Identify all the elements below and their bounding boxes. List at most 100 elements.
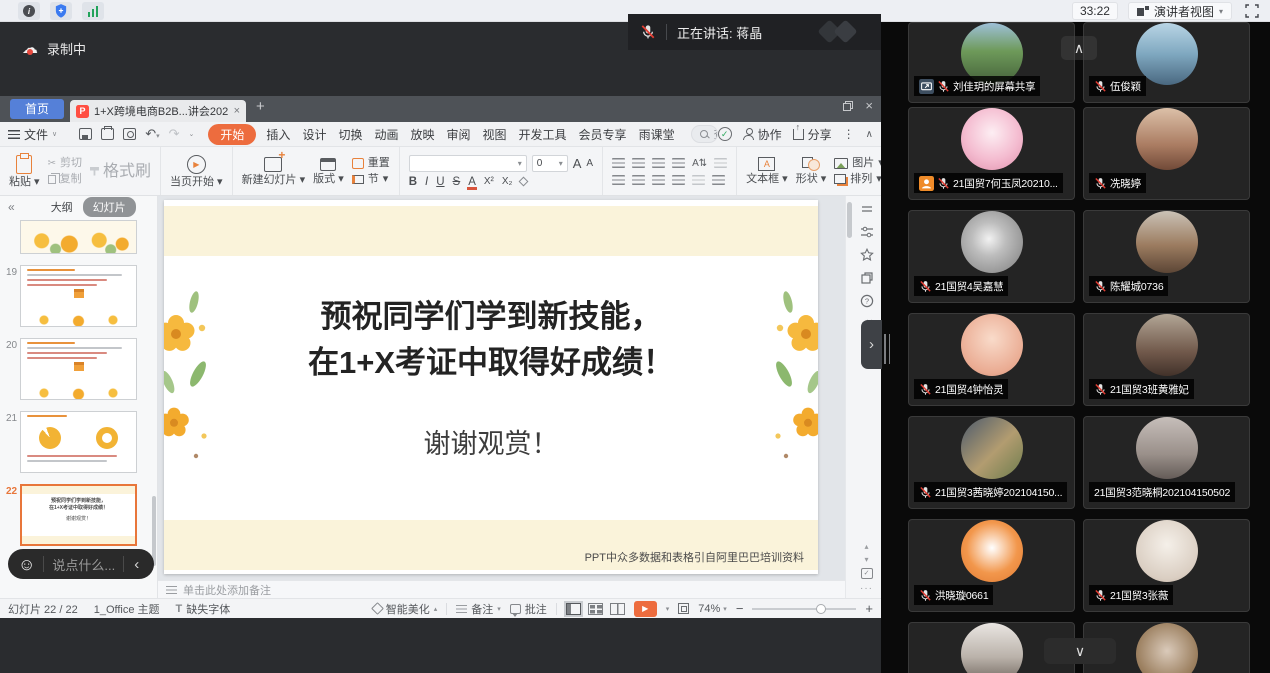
missing-font-warning[interactable]: T 缺失字体 — [176, 601, 231, 617]
outline-tab[interactable]: 大纲 — [51, 199, 73, 215]
collapse-panel-icon[interactable]: « — [8, 200, 15, 214]
new-tab-button[interactable]: + — [256, 98, 265, 115]
font-color-button[interactable]: A — [468, 176, 476, 188]
scroll-up-button[interactable]: ∧ — [1061, 36, 1097, 60]
file-menu[interactable]: 文件 ∨ — [8, 126, 57, 143]
quick-chat-bar[interactable]: ☺ 说点什么... ‹ — [8, 549, 154, 579]
slideshow-play-button[interactable]: ▶ — [634, 601, 657, 617]
arrange-button[interactable]: 排列 ▾ — [834, 174, 881, 185]
save-icon[interactable] — [79, 128, 92, 140]
section-button[interactable]: 节 ▾ — [352, 174, 390, 185]
normal-view-button[interactable] — [566, 603, 581, 615]
tab-view[interactable]: 视图 — [477, 126, 513, 143]
tab-animation[interactable]: 动画 — [368, 126, 404, 143]
view-mode-button[interactable]: 演讲者视图 ▾ — [1128, 2, 1232, 20]
panel-resize-grip[interactable] — [884, 334, 890, 364]
tab-yuketang[interactable]: 雨课堂 — [633, 126, 681, 143]
panel-scrollbar[interactable] — [152, 496, 156, 566]
underline-button[interactable]: U — [436, 176, 444, 188]
canvas-scrollbar[interactable] — [847, 202, 852, 238]
increase-indent-icon[interactable] — [672, 158, 685, 168]
duplicate-icon[interactable] — [860, 271, 874, 285]
tab-devtools[interactable]: 开发工具 — [513, 126, 573, 143]
fullscreen-button[interactable] — [1242, 2, 1262, 20]
participant-tile[interactable]: 21国贸4吴嘉慧 — [908, 210, 1075, 303]
panel-collapse-handle[interactable]: › — [861, 320, 882, 369]
bold-button[interactable]: B — [409, 176, 417, 188]
slides-tab[interactable]: 幻灯片 — [83, 197, 136, 217]
cut-button[interactable]: 剪切 — [48, 158, 82, 169]
undo-icon[interactable]: ↶▾ — [145, 126, 159, 142]
network-signal-icon[interactable] — [82, 2, 104, 20]
tab-slideshow[interactable]: 放映 — [404, 126, 440, 143]
font-size-select[interactable]: 0▾ — [532, 155, 568, 172]
cloud-sync-icon[interactable]: ✓ — [718, 127, 732, 141]
subscript-button[interactable]: X₂ — [502, 176, 513, 187]
tab-design[interactable]: 设计 — [296, 126, 332, 143]
theme-name[interactable]: 1_Office 主题 — [94, 601, 160, 617]
copy-button[interactable]: 复制 — [48, 174, 82, 185]
font-name-select[interactable]: ▾ — [409, 155, 527, 172]
shield-icon[interactable] — [50, 2, 72, 20]
command-search-input[interactable]: 查找命令、搜索模板 — [691, 125, 718, 143]
participant-tile[interactable]: 冼晓婷 — [1083, 107, 1250, 200]
decrease-indent-icon[interactable] — [652, 158, 665, 168]
reading-view-button[interactable] — [610, 603, 625, 615]
comments-button[interactable]: 批注 — [510, 601, 547, 617]
tab-insert[interactable]: 插入 — [260, 126, 296, 143]
zoom-slider-knob[interactable] — [816, 604, 826, 614]
animation-icon[interactable] — [860, 248, 874, 262]
numbered-list-icon[interactable] — [632, 158, 645, 168]
text-direction-icon[interactable] — [714, 158, 727, 168]
align-center-icon[interactable] — [632, 175, 645, 185]
zoom-out-button[interactable]: − — [736, 601, 744, 616]
slide-thumbnail-20[interactable] — [20, 338, 137, 400]
line-spacing-icon[interactable]: A⇅ — [692, 158, 707, 169]
redo-icon[interactable]: ↷ — [169, 126, 180, 142]
slide-sorter-view-button[interactable] — [588, 603, 603, 615]
zoom-level[interactable]: 74% ▾ — [698, 603, 727, 615]
share-button[interactable]: 分享 — [793, 126, 832, 143]
current-slide[interactable]: 预祝同学们学到新技能， 在1+X考证中取得好成绩！ 谢谢观赏！ PPT中众多数据… — [164, 200, 818, 574]
divider-handle-icon[interactable] — [860, 202, 874, 216]
fit-to-window-icon[interactable] — [678, 603, 689, 614]
play-from-current-button[interactable]: ▶当页开始 ▾ — [170, 155, 223, 188]
participant-tile[interactable]: 洪晓璇0661 — [908, 519, 1075, 612]
tab-home[interactable]: 开始 — [208, 124, 256, 145]
tab-member[interactable]: 会员专享 — [573, 126, 633, 143]
participant-tile[interactable]: 21国贸3范晓桐202104150502 — [1083, 416, 1250, 509]
shapes-button[interactable]: 形状 ▾ — [796, 157, 827, 185]
more-dots-icon[interactable]: ··· — [860, 583, 873, 594]
align-left-icon[interactable] — [612, 175, 625, 185]
close-tab-icon[interactable]: × — [234, 105, 240, 117]
scroll-up-icon[interactable]: ▴ — [864, 542, 868, 551]
collab-button[interactable]: 协作 — [743, 126, 782, 143]
picture-button[interactable]: 图片 ▾ — [834, 158, 881, 169]
distribute-icon[interactable] — [692, 175, 705, 185]
smart-beautify-button[interactable]: 智能美化 ▴ — [373, 601, 438, 617]
textbox-button[interactable]: A文本框 ▾ — [746, 157, 788, 185]
slide-thumbnail-22-selected[interactable]: 预祝同学们学到新技能， 在1+X考证中取得好成绩！ 谢谢观赏！ — [20, 484, 137, 546]
slide-thumbnail-21[interactable] — [20, 411, 137, 473]
tab-transition[interactable]: 切换 — [332, 126, 368, 143]
participant-tile[interactable]: 陈耀城0736 — [1083, 210, 1250, 303]
strikethrough-button[interactable]: S — [453, 176, 461, 188]
emoji-icon[interactable]: ☺ — [18, 556, 35, 573]
zoom-slider[interactable] — [752, 603, 856, 615]
increase-font-button[interactable]: A — [573, 156, 582, 171]
bullet-list-icon[interactable] — [612, 158, 625, 168]
highlight-icon[interactable] — [519, 177, 529, 187]
notes-button[interactable]: 备注 ▾ — [456, 601, 501, 617]
collapse-ribbon-icon[interactable]: ∧ — [866, 129, 873, 140]
close-window-icon[interactable]: × — [865, 101, 873, 111]
participant-tile[interactable]: 21国贸4钟怡灵 — [908, 313, 1075, 406]
more-menu-icon[interactable]: ⋮ — [843, 127, 855, 141]
new-slide-button[interactable]: 新建幻灯片 ▾ — [242, 157, 306, 186]
decrease-font-button[interactable]: A — [586, 158, 593, 169]
participant-tile[interactable]: 21国贸3茜晓婷202104150... — [908, 416, 1075, 509]
format-painter-button[interactable]: 格式刷 — [90, 166, 151, 177]
tab-review[interactable]: 审阅 — [441, 126, 477, 143]
participant-tile[interactable]: 刘佳玥的屏幕共享 — [908, 22, 1075, 103]
restore-window-icon[interactable] — [843, 101, 853, 111]
print-preview-icon[interactable] — [123, 128, 136, 140]
